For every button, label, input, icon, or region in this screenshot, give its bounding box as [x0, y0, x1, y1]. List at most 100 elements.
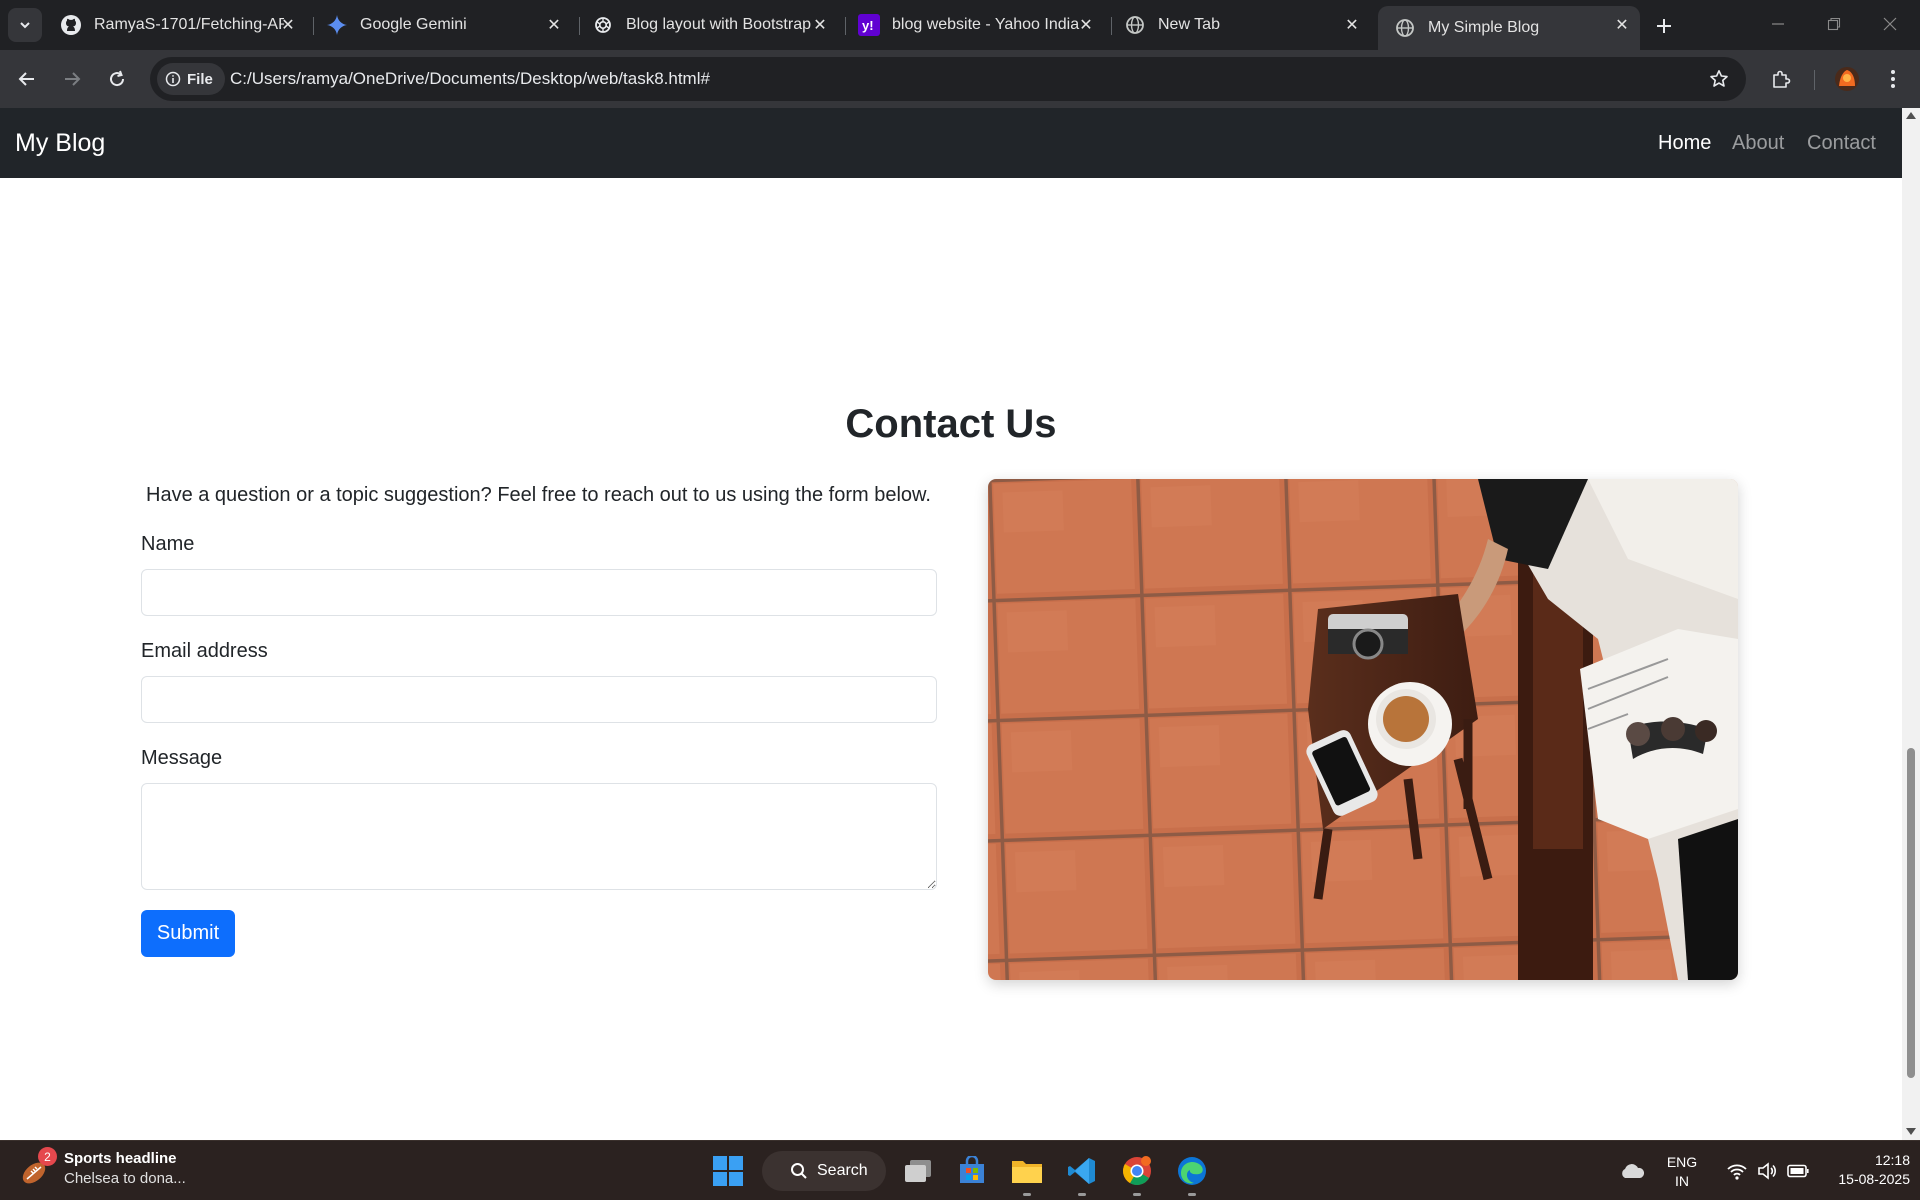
site-info-chip[interactable]: File: [157, 63, 225, 95]
message-textarea[interactable]: [141, 783, 937, 890]
chrome-button[interactable]: [1117, 1151, 1157, 1196]
close-icon[interactable]: ✕: [278, 15, 298, 35]
site-navbar: My Blog Home About Contact: [0, 108, 1902, 178]
language-indicator[interactable]: ENG IN: [1662, 1153, 1702, 1191]
chevron-down-icon: [20, 22, 30, 29]
tab-title: blog website - Yahoo India: [892, 16, 1080, 33]
wifi-icon: [1727, 1164, 1747, 1180]
url-text[interactable]: C:/Users/ramya/OneDrive/Documents/Deskto…: [230, 69, 710, 89]
tab-github[interactable]: RamyaS-1701/Fetching-AP ✕: [44, 6, 306, 44]
file-explorer-button[interactable]: [1007, 1151, 1047, 1196]
edge-button[interactable]: [1172, 1151, 1212, 1196]
vscode-icon: [1068, 1158, 1095, 1184]
openai-icon: [592, 14, 614, 36]
nav-link-contact[interactable]: Contact: [1807, 132, 1876, 155]
edge-icon: [1178, 1157, 1206, 1185]
avatar-icon: [1835, 67, 1859, 91]
vscode-button[interactable]: [1062, 1151, 1102, 1196]
tab-yahoo[interactable]: y! blog website - Yahoo India ✕: [842, 6, 1104, 44]
running-indicator: [1078, 1193, 1086, 1196]
forward-button[interactable]: [55, 62, 89, 96]
scroll-down-arrow-icon[interactable]: [1906, 1128, 1916, 1135]
tab-gemini[interactable]: Google Gemini ✕: [310, 6, 572, 44]
region-code: IN: [1675, 1173, 1689, 1189]
search-icon: [791, 1163, 807, 1179]
tab-new-tab[interactable]: New Tab ✕: [1108, 6, 1370, 44]
nav-link-about[interactable]: About: [1732, 132, 1784, 155]
close-icon[interactable]: ✕: [1342, 15, 1362, 35]
sports-icon: 2: [18, 1147, 57, 1187]
tab-chatgpt[interactable]: Blog layout with Bootstrap ✕: [576, 6, 838, 44]
extensions-button[interactable]: [1764, 62, 1798, 96]
close-icon[interactable]: ✕: [810, 15, 830, 35]
battery-icon: [1787, 1164, 1809, 1178]
start-button[interactable]: [708, 1151, 748, 1191]
scheme-label: File: [187, 70, 213, 88]
info-icon: [165, 71, 181, 87]
email-input[interactable]: [141, 676, 937, 723]
reload-icon: [110, 70, 125, 87]
tab-title: RamyaS-1701/Fetching-AP: [94, 16, 284, 33]
tab-title: Blog layout with Bootstrap: [626, 16, 811, 33]
onedrive-button[interactable]: [1612, 1151, 1652, 1191]
store-button[interactable]: [952, 1151, 992, 1191]
globe-icon: [1124, 14, 1146, 36]
menu-button[interactable]: [1876, 62, 1910, 96]
address-bar[interactable]: File C:/Users/ramya/OneDrive/Documents/D…: [150, 57, 1746, 101]
puzzle-icon: [1773, 70, 1791, 88]
contact-intro-text: Have a question or a topic suggestion? F…: [146, 484, 931, 506]
chrome-icon: [1123, 1156, 1151, 1185]
navbar-brand[interactable]: My Blog: [15, 129, 105, 158]
contact-photo: [988, 479, 1738, 980]
windows-taskbar: 2 Sports headline Chelsea to dona... Sea…: [0, 1140, 1920, 1200]
clock-time: 12:18: [1874, 1152, 1910, 1168]
kebab-menu-icon: [1891, 70, 1895, 88]
task-view-icon: [905, 1160, 931, 1182]
arrow-right-icon: [65, 72, 81, 86]
name-input[interactable]: [141, 569, 937, 616]
clock-date: 15-08-2025: [1838, 1171, 1910, 1187]
tab-title: Google Gemini: [360, 16, 467, 33]
arrow-left-icon: [18, 72, 34, 86]
close-window-button[interactable]: [1862, 0, 1918, 48]
windows-start-icon: [713, 1156, 743, 1186]
restore-button[interactable]: [1806, 0, 1862, 48]
email-label: Email address: [141, 640, 268, 662]
submit-button[interactable]: Submit: [141, 910, 235, 957]
tab-title: My Simple Blog: [1428, 19, 1540, 36]
contact-photo-illustration: [988, 479, 1738, 980]
bookmark-button[interactable]: [1702, 62, 1736, 96]
yahoo-icon: y!: [858, 14, 880, 36]
scrollbar-thumb[interactable]: [1907, 748, 1915, 1078]
tab-my-simple-blog[interactable]: My Simple Blog ✕: [1378, 6, 1640, 50]
page-scrollbar[interactable]: [1902, 108, 1920, 1140]
profile-button[interactable]: [1830, 62, 1864, 96]
tab-title: New Tab: [1158, 16, 1220, 33]
tab-search-button[interactable]: [8, 8, 42, 42]
language-code: ENG: [1666, 1154, 1698, 1170]
contact-heading: Contact Us: [845, 402, 1057, 446]
name-label: Name: [141, 533, 195, 555]
plus-icon: [1657, 19, 1671, 33]
close-icon: [1883, 17, 1897, 31]
tab-strip: RamyaS-1701/Fetching-AP ✕ Google Gemini …: [0, 0, 1920, 50]
task-view-button[interactable]: [898, 1151, 938, 1191]
news-widget[interactable]: 2 Sports headline Chelsea to dona...: [18, 1147, 186, 1189]
taskbar-search[interactable]: Search: [762, 1151, 886, 1191]
new-tab-button[interactable]: [1648, 10, 1680, 42]
restore-icon: [1827, 17, 1841, 31]
back-button[interactable]: [10, 62, 44, 96]
close-icon[interactable]: ✕: [1076, 15, 1096, 35]
minimize-button[interactable]: [1750, 0, 1806, 48]
scroll-up-arrow-icon[interactable]: [1906, 112, 1916, 119]
reload-button[interactable]: [100, 62, 134, 96]
nav-link-home[interactable]: Home: [1658, 132, 1711, 155]
running-indicator: [1023, 1193, 1031, 1196]
clock[interactable]: 12:18 15-08-2025: [1810, 1151, 1910, 1189]
volume-icon: [1758, 1162, 1776, 1180]
star-icon: [1710, 70, 1728, 87]
close-icon[interactable]: ✕: [544, 15, 564, 35]
widget-subtitle: Chelsea to dona...: [64, 1170, 186, 1187]
gemini-icon: [326, 14, 348, 36]
close-icon[interactable]: ✕: [1612, 15, 1632, 35]
